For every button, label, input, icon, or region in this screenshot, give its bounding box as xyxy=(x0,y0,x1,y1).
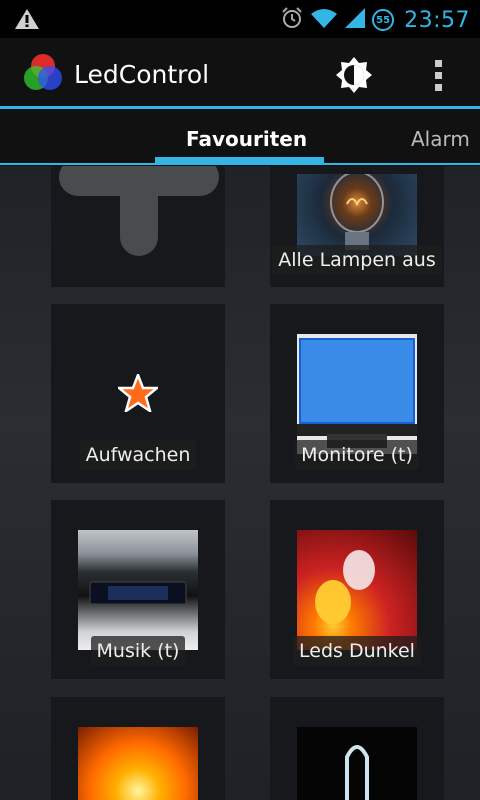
status-time: 23:57 xyxy=(404,7,470,33)
brightness-icon xyxy=(336,57,372,93)
light-bulb-image xyxy=(297,174,417,256)
signal-icon xyxy=(344,7,366,33)
tile-sun[interactable] xyxy=(51,697,225,800)
glass-tube-image xyxy=(297,727,417,800)
brightness-button[interactable] xyxy=(334,55,374,95)
leds-image xyxy=(297,530,417,650)
warning-icon xyxy=(14,8,40,34)
add-icon xyxy=(59,166,219,280)
status-bar: 55 23:57 xyxy=(0,0,480,38)
tile-label: Alle Lampen aus xyxy=(272,245,442,275)
wifi-icon xyxy=(310,7,338,33)
rgb-circles-logo[interactable] xyxy=(22,52,64,98)
overflow-menu-button[interactable] xyxy=(426,55,450,95)
overflow-dot xyxy=(434,83,442,91)
monitor-image xyxy=(297,334,417,454)
notification-badge: 55 xyxy=(372,9,395,31)
tab-strip: Favouriten Alarm xyxy=(0,109,480,166)
tile-glass-tube[interactable] xyxy=(270,697,444,800)
action-bar: LedControl xyxy=(0,38,480,108)
tile-monitore[interactable]: Monitore (t) xyxy=(270,304,444,483)
tab-alarm[interactable]: Alarm xyxy=(411,127,470,151)
tile-label: Aufwachen xyxy=(79,440,197,470)
tile-musik[interactable]: Musik (t) xyxy=(51,500,225,679)
tile-add[interactable] xyxy=(51,166,225,287)
overflow-dot xyxy=(434,59,442,67)
tile-leds-dunkel[interactable]: Leds Dunkel xyxy=(270,500,444,679)
tile-label: Leds Dunkel xyxy=(293,636,421,666)
tile-aufwachen[interactable]: Aufwachen xyxy=(51,304,225,483)
app-title: LedControl xyxy=(74,60,210,89)
tab-strip-divider xyxy=(0,163,480,165)
tile-label: Monitore (t) xyxy=(295,440,419,470)
tab-favouriten[interactable]: Favouriten xyxy=(186,127,307,151)
status-icons: 55 23:57 xyxy=(280,5,470,35)
favourites-grid: Alle Lampen aus Aufwachen Monitore (t) M… xyxy=(0,166,480,800)
alarm-clock-icon xyxy=(280,6,304,34)
overflow-dot xyxy=(434,71,442,79)
sun-image xyxy=(78,727,198,800)
tile-label: Musik (t) xyxy=(90,636,186,666)
star-icon xyxy=(115,371,161,416)
tile-alle-lampen-aus[interactable]: Alle Lampen aus xyxy=(270,166,444,287)
audio-device-image xyxy=(78,530,198,650)
